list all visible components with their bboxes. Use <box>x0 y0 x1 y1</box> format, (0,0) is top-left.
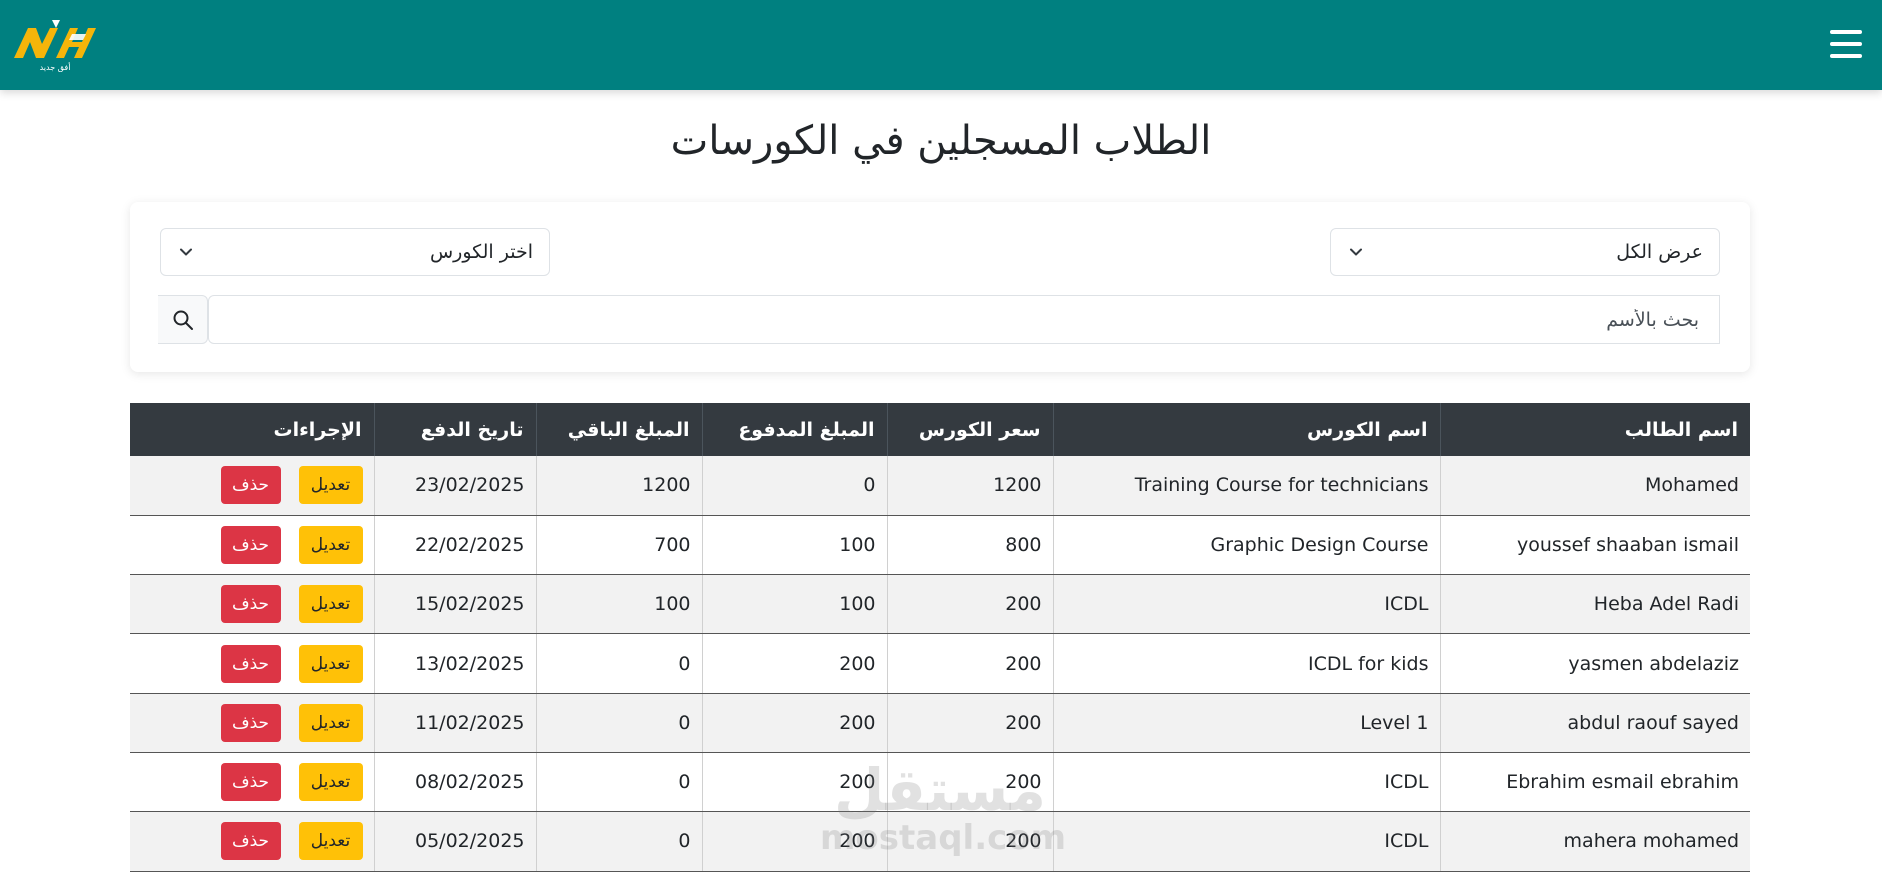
status-select[interactable]: عرض الكل <box>1330 228 1720 276</box>
col-date: تاريخ الدفع <box>373 403 536 456</box>
edit-button[interactable]: تعديل <box>298 703 363 742</box>
logo-text: أفق جديد <box>40 62 71 72</box>
cell-date: 08/02/2025 <box>373 752 536 813</box>
delete-button[interactable]: حذف <box>220 703 281 742</box>
cell-paid: 200 <box>701 752 887 813</box>
cell-price: 200 <box>886 693 1053 753</box>
cell-actions: تعديل حذف <box>130 811 374 872</box>
delete-button[interactable]: حذف <box>220 763 281 802</box>
delete-button[interactable]: حذف <box>220 466 281 505</box>
cell-remaining: 1200 <box>535 456 702 516</box>
table-row: abdul raouf sayed Level 1 200 200 0 11/0… <box>130 693 1750 753</box>
cell-actions: تعديل حذف <box>130 515 374 576</box>
edit-button[interactable]: تعديل <box>298 466 363 505</box>
edit-button[interactable]: تعديل <box>298 822 363 861</box>
col-remaining: المبلغ الباقي <box>535 403 702 456</box>
navbar: أفق جديد <box>0 0 1882 90</box>
delete-button[interactable]: حذف <box>220 822 281 861</box>
course-select[interactable]: اختر الكورس <box>160 228 550 276</box>
cell-course: Level 1 <box>1052 693 1440 753</box>
brand-logo[interactable]: أفق جديد <box>12 14 98 72</box>
table-row: yasmen abdelaziz ICDL for kids 200 200 0… <box>130 633 1750 694</box>
chevron-down-icon <box>1350 248 1362 256</box>
cell-date: 05/02/2025 <box>373 811 536 872</box>
cell-date: 11/02/2025 <box>373 693 536 753</box>
cell-price: 200 <box>886 633 1053 694</box>
col-paid: المبلغ المدفوع <box>701 403 887 456</box>
cell-date: 22/02/2025 <box>373 515 536 576</box>
delete-button[interactable]: حذف <box>220 585 281 624</box>
cell-date: 13/02/2025 <box>373 633 536 694</box>
cell-paid: 100 <box>701 574 887 635</box>
cell-student: abdul raouf sayed <box>1439 693 1750 753</box>
edit-button[interactable]: تعديل <box>298 525 363 564</box>
cell-student: youssef shaaban ismail <box>1439 515 1750 576</box>
table-row: Ebrahim esmail ebrahim ICDL 200 200 0 08… <box>130 752 1750 813</box>
cell-student: mahera mohamed <box>1439 811 1750 872</box>
filter-card: عرض الكل اختر الكورس <box>130 202 1750 372</box>
cell-actions: تعديل حذف <box>130 574 374 635</box>
cell-course: Training Course for technicians <box>1052 456 1440 516</box>
cell-student: yasmen abdelaziz <box>1439 633 1750 694</box>
cell-course: ICDL <box>1052 811 1440 872</box>
cell-price: 200 <box>886 811 1053 872</box>
course-select-value: اختر الكورس <box>429 241 533 263</box>
delete-button[interactable]: حذف <box>220 525 281 564</box>
table-row: mahera mohamed ICDL 200 200 0 05/02/2025… <box>130 811 1750 872</box>
col-price: سعر الكورس <box>886 403 1053 456</box>
search-icon[interactable] <box>158 295 208 344</box>
cell-course: ICDL <box>1052 752 1440 813</box>
cell-remaining: 700 <box>535 515 702 576</box>
cell-actions: تعديل حذف <box>130 693 374 753</box>
cell-paid: 200 <box>701 811 887 872</box>
cell-remaining: 0 <box>535 633 702 694</box>
table-header-row: اسم الطالب اسم الكورس سعر الكورس المبلغ … <box>130 403 1750 456</box>
edit-button[interactable]: تعديل <box>298 763 363 802</box>
cell-paid: 100 <box>701 515 887 576</box>
table-row: Heba Adel Radi ICDL 200 100 100 15/02/20… <box>130 574 1750 635</box>
cell-student: Heba Adel Radi <box>1439 574 1750 635</box>
chevron-down-icon <box>180 248 192 256</box>
cell-course: Graphic Design Course <box>1052 515 1440 576</box>
cell-date: 15/02/2025 <box>373 574 536 635</box>
cell-price: 800 <box>886 515 1053 576</box>
cell-remaining: 100 <box>535 574 702 635</box>
cell-price: 200 <box>886 752 1053 813</box>
page-title: الطلاب المسجلين في الكورسات <box>670 118 1212 164</box>
cell-remaining: 0 <box>535 752 702 813</box>
search-input[interactable] <box>208 295 1720 344</box>
edit-button[interactable]: تعديل <box>298 585 363 624</box>
cell-course: ICDL for kids <box>1052 633 1440 694</box>
col-course: اسم الكورس <box>1052 403 1440 456</box>
students-table: اسم الطالب اسم الكورس سعر الكورس المبلغ … <box>130 403 1750 872</box>
cell-price: 200 <box>886 574 1053 635</box>
cell-student: Ebrahim esmail ebrahim <box>1439 752 1750 813</box>
students-table-wrap: اسم الطالب اسم الكورس سعر الكورس المبلغ … <box>130 403 1750 872</box>
cell-paid: 0 <box>701 456 887 516</box>
cell-remaining: 0 <box>535 811 702 872</box>
hamburger-icon[interactable] <box>1828 26 1864 62</box>
cell-course: ICDL <box>1052 574 1440 635</box>
cell-actions: تعديل حذف <box>130 752 374 813</box>
cell-student: Mohamed <box>1439 456 1750 516</box>
cell-actions: تعديل حذف <box>130 633 374 694</box>
col-student: اسم الطالب <box>1439 403 1750 456</box>
search-group <box>158 295 1720 344</box>
cell-remaining: 0 <box>535 693 702 753</box>
logo-mark-icon: أفق جديد <box>14 20 96 72</box>
delete-button[interactable]: حذف <box>220 644 281 683</box>
col-actions: الإجراءات <box>130 403 374 456</box>
cell-actions: تعديل حذف <box>130 456 374 516</box>
edit-button[interactable]: تعديل <box>298 644 363 683</box>
cell-date: 23/02/2025 <box>373 456 536 516</box>
status-select-value: عرض الكل <box>1616 241 1703 263</box>
cell-paid: 200 <box>701 693 887 753</box>
cell-price: 1200 <box>886 456 1053 516</box>
cell-paid: 200 <box>701 633 887 694</box>
table-row: youssef shaaban ismail Graphic Design Co… <box>130 515 1750 576</box>
table-row: Mohamed Training Course for technicians … <box>130 456 1750 516</box>
